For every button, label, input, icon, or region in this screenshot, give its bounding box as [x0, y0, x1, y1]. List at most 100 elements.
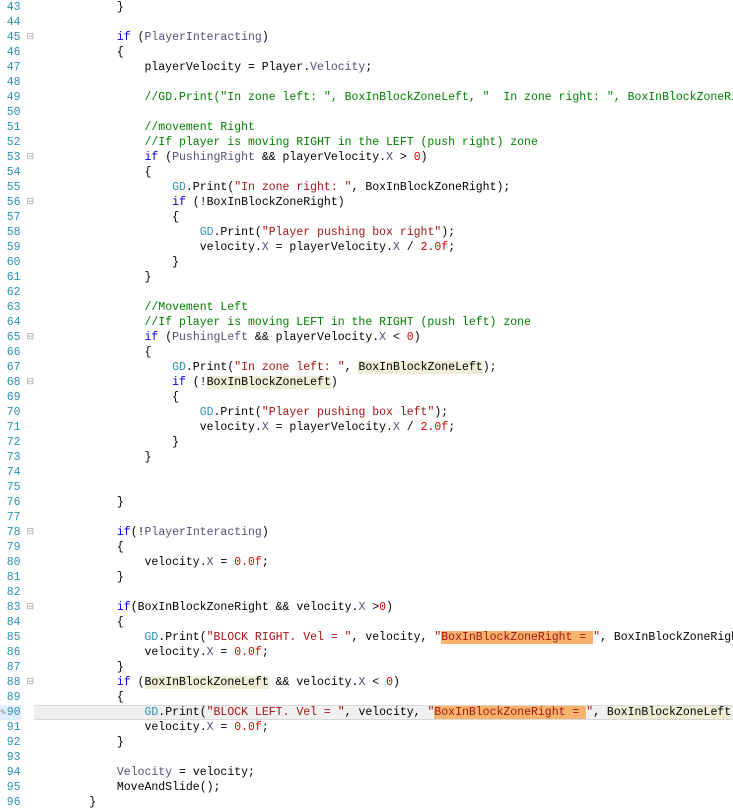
code-line[interactable]: velocity.X = 0.0f;: [34, 645, 733, 660]
line-number[interactable]: 53: [0, 150, 21, 165]
line-number[interactable]: 76: [0, 495, 21, 510]
code-editor[interactable]: 4344454647484950515253545556575859606162…: [0, 0, 733, 810]
code-line[interactable]: GD.Print("In zone right: ", BoxInBlockZo…: [34, 180, 733, 195]
line-number[interactable]: 45: [0, 30, 21, 45]
code-line[interactable]: if(!PlayerInteracting): [34, 525, 733, 540]
code-line[interactable]: GD.Print("BLOCK LEFT. Vel = ", velocity,…: [34, 705, 733, 720]
line-number[interactable]: 84: [0, 615, 21, 630]
line-number[interactable]: 71: [0, 420, 21, 435]
code-line[interactable]: //GD.Print("In zone left: ", BoxInBlockZ…: [34, 90, 733, 105]
code-line[interactable]: {: [34, 45, 733, 60]
line-number[interactable]: 82: [0, 585, 21, 600]
code-line[interactable]: {: [34, 210, 733, 225]
line-number-gutter[interactable]: 4344454647484950515253545556575859606162…: [0, 0, 27, 810]
line-number[interactable]: 63: [0, 300, 21, 315]
line-number[interactable]: 81: [0, 570, 21, 585]
code-line[interactable]: }: [34, 0, 733, 15]
line-number[interactable]: 77: [0, 510, 21, 525]
line-number[interactable]: 95: [0, 780, 21, 795]
line-number[interactable]: 74: [0, 465, 21, 480]
code-line[interactable]: [34, 750, 733, 765]
line-number[interactable]: 57: [0, 210, 21, 225]
line-number[interactable]: 49: [0, 90, 21, 105]
code-line[interactable]: }: [34, 570, 733, 585]
code-line[interactable]: velocity.X = playerVelocity.X / 2.0f;: [34, 240, 733, 255]
code-line[interactable]: [34, 75, 733, 90]
code-line[interactable]: {: [34, 540, 733, 555]
line-number[interactable]: 96: [0, 795, 21, 810]
code-line[interactable]: [34, 465, 733, 480]
code-line[interactable]: //movement Right: [34, 120, 733, 135]
line-number[interactable]: 86: [0, 645, 21, 660]
line-number[interactable]: 52: [0, 135, 21, 150]
code-line[interactable]: [34, 510, 733, 525]
line-number[interactable]: 94: [0, 765, 21, 780]
fold-collapse-icon[interactable]: ⊟: [27, 30, 35, 45]
code-line[interactable]: }: [34, 735, 733, 750]
line-number[interactable]: 78: [0, 525, 21, 540]
line-number[interactable]: 73: [0, 450, 21, 465]
code-line[interactable]: if (!BoxInBlockZoneRight): [34, 195, 733, 210]
line-number[interactable]: 44: [0, 15, 21, 30]
code-line[interactable]: }: [34, 795, 733, 810]
fold-collapse-icon[interactable]: ⊟: [27, 375, 35, 390]
code-line[interactable]: [34, 480, 733, 495]
code-line[interactable]: }: [34, 660, 733, 675]
line-number[interactable]: 68: [0, 375, 21, 390]
line-number[interactable]: 80: [0, 555, 21, 570]
line-number[interactable]: 89: [0, 690, 21, 705]
line-number[interactable]: 56: [0, 195, 21, 210]
code-line[interactable]: if (BoxInBlockZoneLeft && velocity.X < 0…: [34, 675, 733, 690]
line-number[interactable]: 59: [0, 240, 21, 255]
code-line[interactable]: }: [34, 270, 733, 285]
code-line[interactable]: velocity.X = 0.0f;: [34, 720, 733, 735]
code-line[interactable]: if(BoxInBlockZoneRight && velocity.X >0): [34, 600, 733, 615]
line-number[interactable]: 75: [0, 480, 21, 495]
line-number[interactable]: ✎90: [0, 705, 21, 720]
code-area[interactable]: } if (PlayerInteracting) { playerVelocit…: [34, 0, 733, 810]
line-number[interactable]: 46: [0, 45, 21, 60]
line-number[interactable]: 69: [0, 390, 21, 405]
line-number[interactable]: 92: [0, 735, 21, 750]
line-number[interactable]: 65: [0, 330, 21, 345]
line-number[interactable]: 66: [0, 345, 21, 360]
line-number[interactable]: 93: [0, 750, 21, 765]
line-number[interactable]: 48: [0, 75, 21, 90]
code-line[interactable]: {: [34, 390, 733, 405]
code-line[interactable]: Velocity = velocity;: [34, 765, 733, 780]
code-line[interactable]: {: [34, 165, 733, 180]
code-line[interactable]: GD.Print("Player pushing box right");: [34, 225, 733, 240]
code-line[interactable]: velocity.X = 0.0f;: [34, 555, 733, 570]
code-line[interactable]: //Movement Left: [34, 300, 733, 315]
fold-column[interactable]: ⊟⊟⊟⊟⊟⊟⊟⊟: [27, 0, 35, 810]
code-line[interactable]: if (PushingLeft && playerVelocity.X < 0): [34, 330, 733, 345]
line-number[interactable]: 67: [0, 360, 21, 375]
code-line[interactable]: {: [34, 345, 733, 360]
line-number[interactable]: 79: [0, 540, 21, 555]
code-line[interactable]: MoveAndSlide();: [34, 780, 733, 795]
line-number[interactable]: 60: [0, 255, 21, 270]
code-line[interactable]: //If player is moving RIGHT in the LEFT …: [34, 135, 733, 150]
line-number[interactable]: 85: [0, 630, 21, 645]
line-number[interactable]: 47: [0, 60, 21, 75]
line-number[interactable]: 58: [0, 225, 21, 240]
line-number[interactable]: 64: [0, 315, 21, 330]
line-number[interactable]: 87: [0, 660, 21, 675]
line-number[interactable]: 72: [0, 435, 21, 450]
fold-collapse-icon[interactable]: ⊟: [27, 675, 35, 690]
line-number[interactable]: 91: [0, 720, 21, 735]
code-line[interactable]: GD.Print("In zone left: ", BoxInBlockZon…: [34, 360, 733, 375]
code-line[interactable]: velocity.X = playerVelocity.X / 2.0f;: [34, 420, 733, 435]
code-line[interactable]: if (!BoxInBlockZoneLeft): [34, 375, 733, 390]
code-line[interactable]: {: [34, 615, 733, 630]
code-line[interactable]: }: [34, 435, 733, 450]
fold-collapse-icon[interactable]: ⊟: [27, 525, 35, 540]
line-number[interactable]: 55: [0, 180, 21, 195]
code-line[interactable]: }: [34, 450, 733, 465]
line-number[interactable]: 51: [0, 120, 21, 135]
code-line[interactable]: GD.Print("BLOCK RIGHT. Vel = ", velocity…: [34, 630, 733, 645]
code-line[interactable]: {: [34, 690, 733, 705]
code-line[interactable]: playerVelocity = Player.Velocity;: [34, 60, 733, 75]
line-number[interactable]: 83: [0, 600, 21, 615]
code-line[interactable]: [34, 105, 733, 120]
